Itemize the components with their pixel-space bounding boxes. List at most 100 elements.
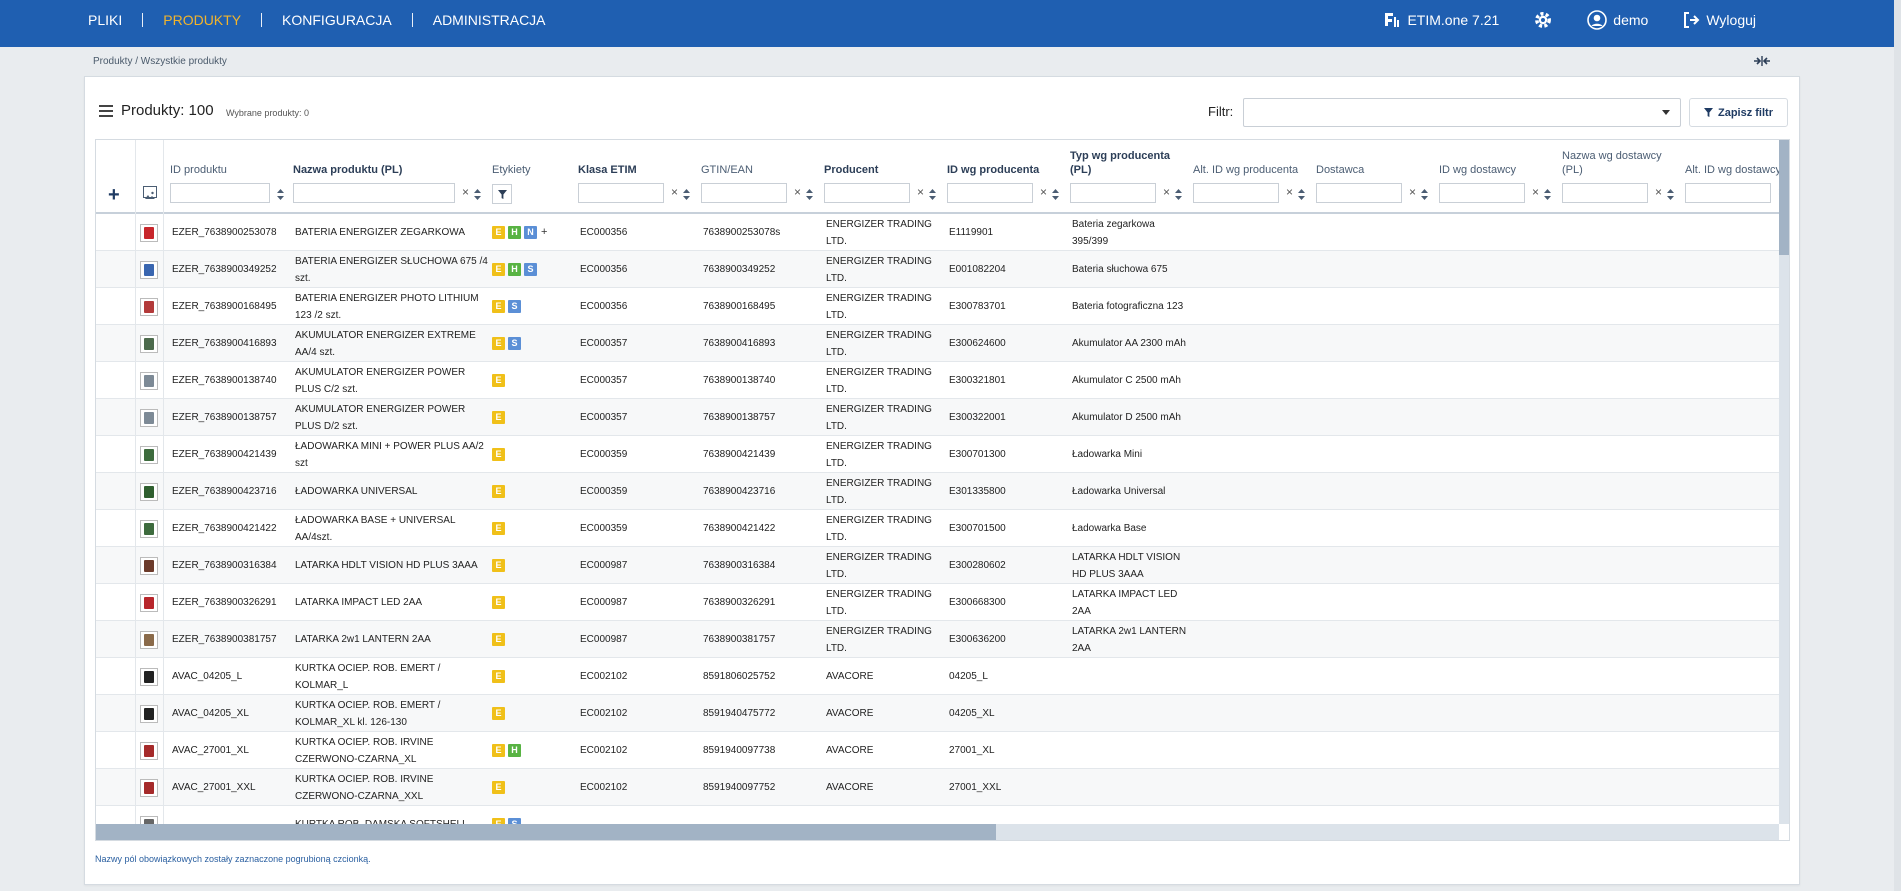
table-row[interactable]: EZER_7638900316384 LATARKA HDLT VISION HD…	[96, 547, 1779, 584]
tag-badge-e[interactable]: E	[492, 707, 505, 720]
product-thumbnail[interactable]	[140, 630, 158, 649]
product-thumbnail[interactable]	[140, 815, 158, 824]
column-header-8[interactable]: Alt. ID wg producenta	[1193, 163, 1318, 177]
clear-filter-icon[interactable]: ×	[1409, 185, 1416, 199]
sort-icon[interactable]	[806, 187, 813, 205]
tag-badge-e[interactable]: E	[492, 226, 505, 239]
version-link[interactable]: ETIM.one 7.21	[1383, 11, 1499, 29]
more-tags-button[interactable]: +	[541, 224, 547, 241]
product-thumbnail[interactable]	[140, 408, 158, 427]
tag-badge-h[interactable]: H	[508, 744, 521, 757]
tag-badge-s[interactable]: S	[508, 337, 521, 350]
column-filter-input-12[interactable]	[1685, 183, 1771, 203]
nav-item-konfiguracja[interactable]: KONFIGURACJA	[262, 12, 412, 28]
column-header-9[interactable]: Dostawca	[1316, 163, 1441, 177]
column-filter-input-9[interactable]	[1316, 183, 1402, 203]
column-filter-input-4[interactable]	[701, 183, 787, 203]
clear-filter-icon[interactable]: ×	[462, 185, 469, 199]
product-thumbnail[interactable]	[140, 556, 158, 575]
table-row[interactable]: EZER_7638900349252 BATERIA ENERGIZER SŁUC…	[96, 251, 1779, 288]
column-header-7[interactable]: Typ wg producenta (PL)	[1070, 149, 1180, 177]
product-thumbnail[interactable]	[140, 297, 158, 316]
column-filter-input-10[interactable]	[1439, 183, 1525, 203]
sort-icon[interactable]	[1421, 187, 1428, 205]
table-row[interactable]: EZER_7638900421422 ŁADOWARKA BASE + UNIVE…	[96, 510, 1779, 547]
product-thumbnail[interactable]	[140, 260, 158, 279]
column-header-3[interactable]: Klasa ETIM	[578, 163, 703, 177]
clear-filter-icon[interactable]: ×	[1286, 185, 1293, 199]
tag-badge-e[interactable]: E	[492, 596, 505, 609]
label-filter-button[interactable]	[492, 184, 512, 204]
clear-filter-icon[interactable]: ×	[1532, 185, 1539, 199]
save-filter-button[interactable]: Zapisz filtr	[1689, 98, 1788, 127]
add-product-icon[interactable]: +	[108, 184, 120, 207]
tag-badge-e[interactable]: E	[492, 559, 505, 572]
table-row[interactable]: EZER_7638900416893 AKUMULATOR ENERGIZER E…	[96, 325, 1779, 362]
column-header-0[interactable]: ID produktu	[170, 163, 295, 177]
product-thumbnail[interactable]	[140, 445, 158, 464]
column-filter-input-6[interactable]	[947, 183, 1033, 203]
clear-filter-icon[interactable]: ×	[1040, 185, 1047, 199]
tag-badge-h[interactable]: H	[508, 226, 521, 239]
tag-badge-e[interactable]: E	[492, 670, 505, 683]
sort-icon[interactable]	[1667, 187, 1674, 205]
column-filter-input-11[interactable]	[1562, 183, 1648, 203]
product-thumbnail[interactable]	[140, 667, 158, 686]
product-thumbnail[interactable]	[140, 519, 158, 538]
table-row[interactable]: EZER_7638900421439 ŁADOWARKA MINI + POWER…	[96, 436, 1779, 473]
nav-item-pliki[interactable]: PLIKI	[72, 12, 142, 28]
table-row[interactable]: AVAC_04205_XL KURTKA OCIEP. ROB. EMERT / …	[96, 695, 1779, 732]
sort-icon[interactable]	[929, 187, 936, 205]
sort-icon[interactable]	[1052, 187, 1059, 205]
tag-badge-h[interactable]: H	[508, 263, 521, 276]
settings-button[interactable]	[1533, 10, 1553, 30]
sort-icon[interactable]	[683, 187, 690, 205]
product-thumbnail[interactable]	[140, 741, 158, 760]
filter-select[interactable]	[1243, 98, 1681, 127]
sort-icon[interactable]	[1175, 187, 1182, 205]
table-row[interactable]: EZER_7638900138740 AKUMULATOR ENERGIZER P…	[96, 362, 1779, 399]
product-thumbnail[interactable]	[140, 593, 158, 612]
vertical-scrollbar-thumb[interactable]	[1779, 140, 1789, 255]
column-filter-input-7[interactable]	[1070, 183, 1156, 203]
product-thumbnail[interactable]	[140, 223, 158, 242]
nav-item-administracja[interactable]: ADMINISTRACJA	[413, 12, 566, 28]
column-filter-input-1[interactable]	[293, 183, 455, 203]
hamburger-menu-icon[interactable]	[99, 105, 113, 117]
tag-badge-e[interactable]: E	[492, 781, 505, 794]
column-header-12[interactable]: Alt. ID wg dostawcy	[1685, 163, 1789, 177]
table-row[interactable]: KURTKA ROB. DAMSKA SOFTSHELL ES	[96, 806, 1779, 824]
collapse-icon[interactable]	[1753, 54, 1771, 68]
column-filter-input-8[interactable]	[1193, 183, 1279, 203]
clear-filter-icon[interactable]: ×	[917, 185, 924, 199]
product-thumbnail[interactable]	[140, 334, 158, 353]
tag-badge-e[interactable]: E	[492, 337, 505, 350]
table-row[interactable]: AVAC_27001_XXL KURTKA OCIEP. ROB. IRVINE …	[96, 769, 1779, 806]
column-header-6[interactable]: ID wg producenta	[947, 163, 1072, 177]
vertical-scrollbar[interactable]	[1779, 140, 1789, 824]
table-row[interactable]: EZER_7638900138757 AKUMULATOR ENERGIZER P…	[96, 399, 1779, 436]
column-filter-input-3[interactable]	[578, 183, 664, 203]
column-header-11[interactable]: Nazwa wg dostawcy (PL)	[1562, 149, 1672, 177]
tag-badge-e[interactable]: E	[492, 300, 505, 313]
tag-badge-s[interactable]: S	[508, 300, 521, 313]
tag-badge-s[interactable]: S	[524, 263, 537, 276]
nav-item-produkty[interactable]: PRODUKTY	[143, 12, 261, 28]
tag-badge-n[interactable]: N	[524, 226, 537, 239]
user-menu[interactable]: demo	[1587, 10, 1648, 30]
tag-badge-e[interactable]: E	[492, 485, 505, 498]
table-row[interactable]: AVAC_27001_XL KURTKA OCIEP. ROB. IRVINE C…	[96, 732, 1779, 769]
table-row[interactable]: EZER_7638900168495 BATERIA ENERGIZER PHOT…	[96, 288, 1779, 325]
column-header-4[interactable]: GTIN/EAN	[701, 163, 826, 177]
product-thumbnail[interactable]	[140, 778, 158, 797]
table-row[interactable]: AVAC_04205_L KURTKA OCIEP. ROB. EMERT / K…	[96, 658, 1779, 695]
clear-filter-icon[interactable]: ×	[1163, 185, 1170, 199]
column-header-5[interactable]: Producent	[824, 163, 949, 177]
clear-filter-icon[interactable]: ×	[1655, 185, 1662, 199]
table-row[interactable]: EZER_7638900423716 ŁADOWARKA UNIVERSAL EC0…	[96, 473, 1779, 510]
product-thumbnail[interactable]	[140, 482, 158, 501]
column-header-1[interactable]: Nazwa produktu (PL)	[293, 163, 418, 177]
tag-badge-e[interactable]: E	[492, 744, 505, 757]
breadcrumb[interactable]: Produkty / Wszystkie produkty	[93, 56, 227, 67]
tag-badge-e[interactable]: E	[492, 448, 505, 461]
